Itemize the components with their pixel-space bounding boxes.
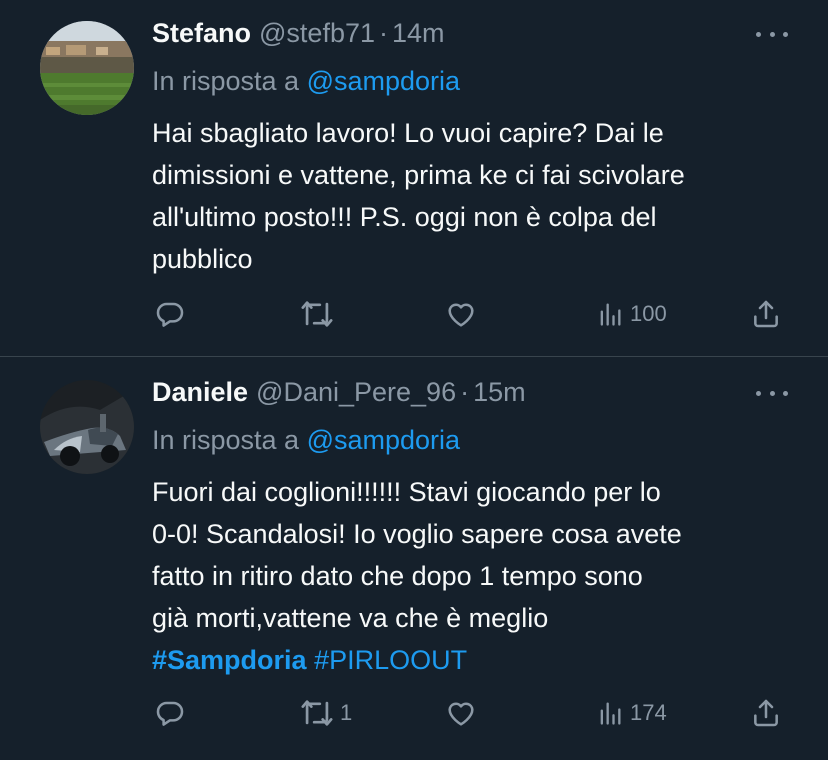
like-button[interactable] bbox=[445, 693, 477, 733]
heart-icon bbox=[445, 697, 477, 729]
like-button[interactable] bbox=[445, 294, 477, 334]
tweet-text: Fuori dai coglioni!!!!!! Stavi giocando … bbox=[152, 471, 792, 681]
hashtag-link[interactable]: #Sampdoria bbox=[152, 645, 307, 675]
separator: · bbox=[379, 18, 388, 48]
retweet-count: 1 bbox=[340, 700, 353, 725]
tweet-text: Hai sbagliato lavoro! Lo vuoi capire? Da… bbox=[152, 112, 792, 280]
reply-icon bbox=[154, 697, 186, 729]
tweet-header: Stefano @stefb71 · 14m bbox=[152, 18, 445, 52]
action-bar: 100 bbox=[0, 294, 828, 334]
display-name[interactable]: Daniele bbox=[152, 377, 248, 408]
retweet-icon bbox=[300, 297, 334, 331]
avatar[interactable] bbox=[40, 21, 134, 115]
retweet-icon bbox=[300, 696, 334, 730]
share-button[interactable] bbox=[750, 693, 782, 733]
share-icon bbox=[750, 697, 782, 729]
avatar[interactable] bbox=[40, 380, 134, 474]
reply-icon bbox=[154, 298, 186, 330]
more-icon[interactable] bbox=[756, 383, 788, 403]
hashtag-line: #Sampdoria #PIRLOOUT bbox=[152, 639, 792, 681]
reply-prefix: In risposta a bbox=[152, 425, 300, 455]
tweet-text-line: Fuori dai coglioni!!!!!! Stavi giocando … bbox=[152, 477, 661, 507]
reply-prefix: In risposta a bbox=[152, 66, 300, 96]
hashtag-link[interactable]: #PIRLOOUT bbox=[314, 645, 467, 675]
tweet-text-line: fatto in ritiro dato che dopo 1 tempo so… bbox=[152, 561, 643, 591]
share-button[interactable] bbox=[750, 294, 782, 334]
views-icon bbox=[596, 300, 624, 328]
more-icon[interactable] bbox=[756, 24, 788, 44]
tweet-text-line: all'ultimo posto!!! P.S. oggi non è colp… bbox=[152, 202, 657, 232]
mention-link[interactable]: @sampdoria bbox=[307, 425, 460, 455]
user-handle[interactable]: @Dani_Pere_96 bbox=[256, 377, 456, 408]
timestamp[interactable]: 14m bbox=[392, 18, 445, 49]
views-count: 174 bbox=[630, 700, 667, 725]
views-button[interactable]: 100 bbox=[596, 294, 667, 334]
tweet[interactable]: Daniele @Dani_Pere_96 · 15m In risposta … bbox=[0, 357, 828, 760]
separator: · bbox=[460, 377, 470, 407]
tweet-text-line: dimissioni e vattene, prima ke ci fai sc… bbox=[152, 160, 685, 190]
tweet-text-line: 0-0! Scandalosi! Io voglio sapere cosa a… bbox=[152, 519, 682, 549]
reply-context: In risposta a @sampdoria bbox=[152, 66, 460, 97]
views-icon bbox=[596, 699, 624, 727]
tweet[interactable]: Stefano @stefb71 · 14m In risposta a @sa… bbox=[0, 0, 828, 356]
mention-link[interactable]: @sampdoria bbox=[307, 66, 460, 96]
tweet-text-line: Hai sbagliato lavoro! Lo vuoi capire? Da… bbox=[152, 118, 664, 148]
heart-icon bbox=[445, 298, 477, 330]
retweet-button[interactable] bbox=[300, 294, 334, 334]
share-icon bbox=[750, 298, 782, 330]
tweet-text-line: già morti,vattene va che è meglio bbox=[152, 603, 549, 633]
reply-button[interactable] bbox=[154, 294, 186, 334]
tweet-header: Daniele @Dani_Pere_96 · 15m bbox=[152, 377, 526, 411]
reply-button[interactable] bbox=[154, 693, 186, 733]
views-count: 100 bbox=[630, 301, 667, 326]
retweet-button[interactable]: 1 bbox=[300, 693, 352, 733]
reply-context: In risposta a @sampdoria bbox=[152, 425, 460, 456]
user-handle[interactable]: @stefb71 bbox=[259, 18, 375, 49]
views-button[interactable]: 174 bbox=[596, 693, 667, 733]
display-name[interactable]: Stefano bbox=[152, 18, 251, 49]
tweet-text-line: pubblico bbox=[152, 244, 253, 274]
action-bar: 1 174 bbox=[0, 693, 828, 733]
timestamp[interactable]: 15m bbox=[473, 377, 526, 408]
